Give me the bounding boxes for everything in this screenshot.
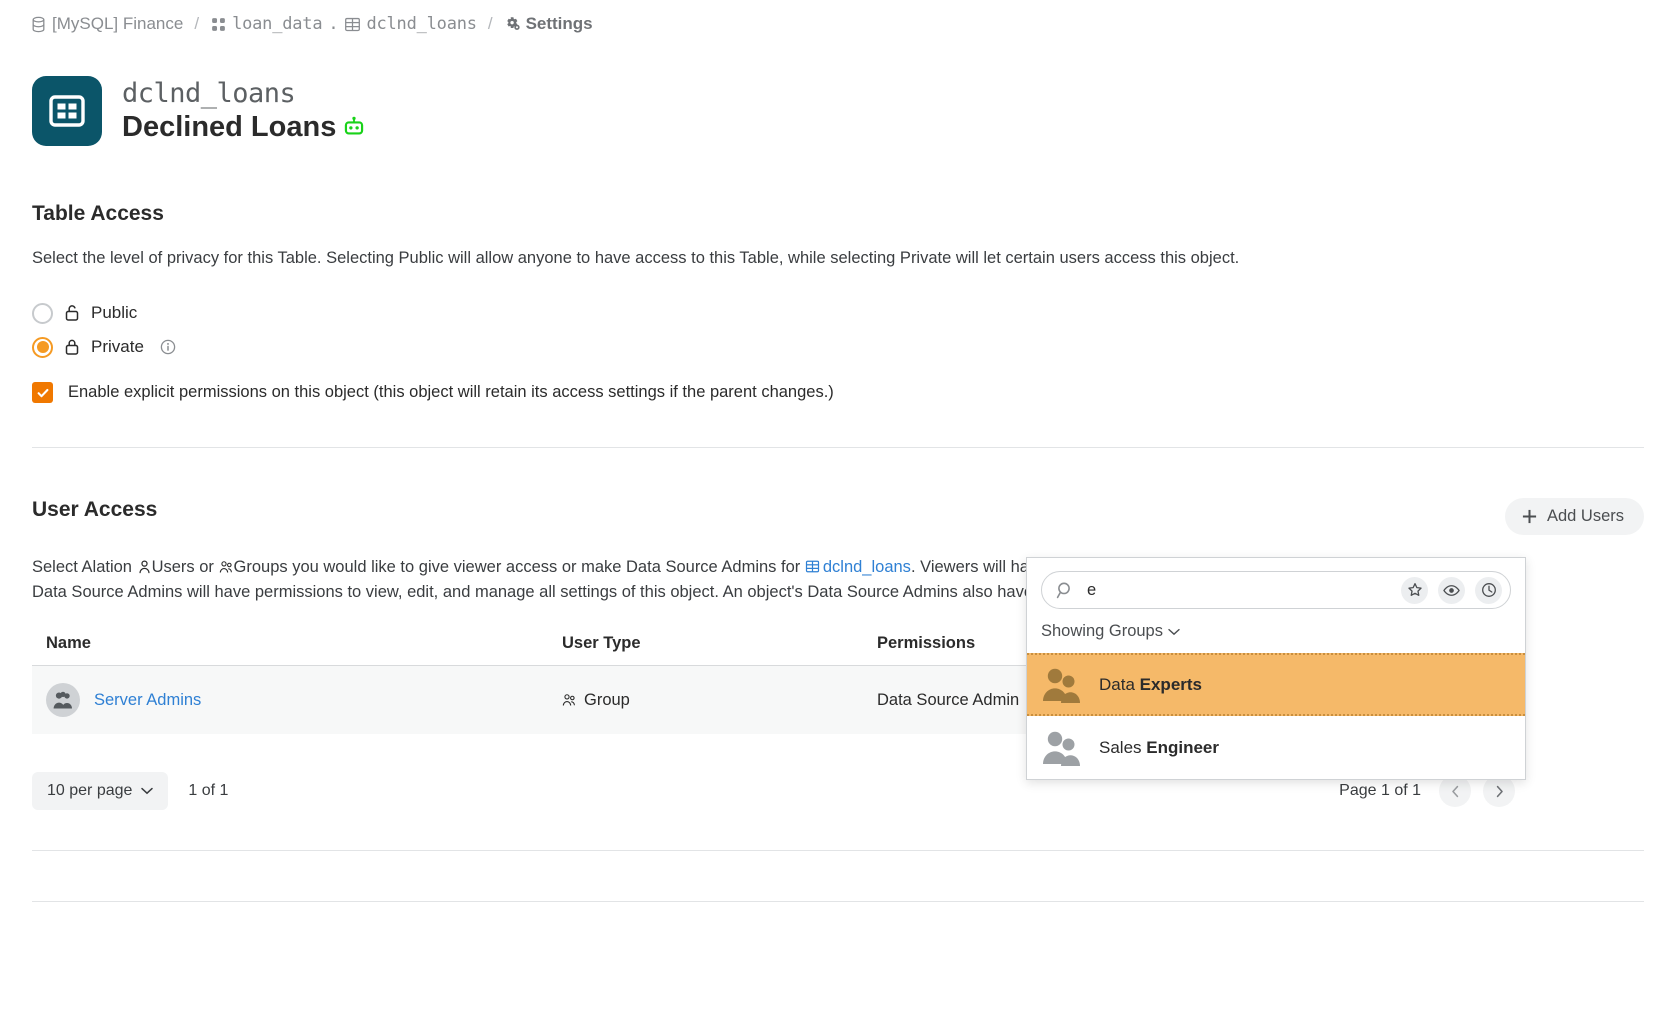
section-divider <box>32 447 1644 449</box>
favorites-filter-button[interactable] <box>1401 576 1428 604</box>
page-title: Declined Loans <box>122 111 365 143</box>
desc-part-3: you would like to give viewer access or … <box>287 558 805 577</box>
showing-groups-label: Showing Groups <box>1041 622 1163 640</box>
user-access-heading: User Access <box>32 498 158 522</box>
privacy-radio-group: Public Private <box>32 296 1644 364</box>
chevron-down-icon <box>141 788 154 795</box>
table-badge-icon <box>32 76 102 146</box>
page-title-label: Declined Loans <box>122 110 337 143</box>
group-icon <box>1043 668 1080 703</box>
clock-icon <box>1481 583 1496 597</box>
cell-name: Server Admins <box>32 665 562 735</box>
breadcrumb: [MySQL] Finance / loan_data . dclnd_loan… <box>0 0 1676 34</box>
option-match: Experts <box>1139 674 1203 694</box>
breadcrumb-dot: . <box>328 14 339 34</box>
radio-public-label: Public <box>91 303 138 323</box>
add-users-button[interactable]: Add Users <box>1504 498 1644 536</box>
dropdown-option-label: Data Experts <box>1099 675 1202 695</box>
breadcrumb-separator-1: / <box>194 14 200 33</box>
group-avatar-icon <box>53 692 72 709</box>
dropdown-option-data-experts[interactable]: Data Experts <box>1027 653 1525 716</box>
breadcrumb-separator-2: / <box>487 14 493 33</box>
breadcrumb-item-settings[interactable]: Settings <box>504 14 593 34</box>
page-header: dclnd_loans Declined Loans <box>0 34 1676 146</box>
explicit-permissions-label: Enable explicit permissions on this obje… <box>68 383 834 402</box>
search-input[interactable] <box>1085 579 1391 601</box>
radio-private[interactable] <box>32 336 53 358</box>
group-icon <box>219 561 232 573</box>
row-user-type: Group <box>584 690 630 709</box>
page-indicator: Page 1 of 1 <box>1339 782 1421 800</box>
info-icon[interactable] <box>160 339 176 355</box>
table-grid-icon <box>49 95 85 127</box>
explicit-permissions-row[interactable]: Enable explicit permissions on this obje… <box>32 382 1644 404</box>
table-icon <box>345 17 361 31</box>
breadcrumb-item-datasource[interactable]: [MySQL] Finance <box>30 14 183 34</box>
prev-page-button[interactable] <box>1439 775 1471 808</box>
eye-icon <box>1443 584 1460 596</box>
check-icon <box>37 388 48 398</box>
radio-public[interactable] <box>32 302 53 324</box>
chevron-right-icon <box>1496 785 1503 797</box>
search-icon <box>1056 582 1070 598</box>
watched-filter-button[interactable] <box>1438 576 1465 604</box>
desc-users-word: Users <box>151 558 195 577</box>
breadcrumb-item-schema[interactable]: loan_data <box>210 14 323 34</box>
desc-groups-word: Groups <box>233 558 288 577</box>
cell-user-type: Group <box>562 665 877 735</box>
user-icon <box>138 560 150 574</box>
avatar <box>46 683 80 718</box>
database-icon <box>32 16 45 32</box>
option-prefix: Data <box>1099 674 1140 694</box>
group-icon <box>1043 731 1080 766</box>
bottom-divider-2 <box>32 901 1644 903</box>
dropdown-option-sales-engineer[interactable]: Sales Engineer <box>1027 716 1525 779</box>
option-prefix: Sales <box>1099 737 1147 757</box>
page-object-id: dclnd_loans <box>122 77 296 109</box>
star-icon <box>1407 583 1422 596</box>
breadcrumb-item-table[interactable]: dclnd_loans <box>344 14 477 34</box>
column-header-name: Name <box>32 634 562 667</box>
lock-icon <box>65 340 79 356</box>
user-search-dropdown: Showing Groups Data Experts Sales Engine… <box>1026 557 1526 780</box>
table-icon-inline <box>805 561 819 573</box>
recent-filter-button[interactable] <box>1475 576 1502 604</box>
dropdown-search-row <box>1041 571 1511 609</box>
page-range: 1 of 1 <box>188 782 229 800</box>
breadcrumb-table-label: dclnd_loans <box>366 14 477 34</box>
add-users-label: Add Users <box>1546 507 1624 526</box>
table-access-heading: Table Access <box>32 202 164 225</box>
gear-icon <box>506 16 520 30</box>
row-name-link[interactable]: Server Admins <box>94 691 201 710</box>
per-page-label: 10 per page <box>47 782 133 800</box>
desc-part-1: Select Alation <box>32 558 137 577</box>
schema-icon <box>212 17 225 31</box>
explicit-permissions-checkbox[interactable] <box>32 382 53 404</box>
per-page-select[interactable]: 10 per page <box>32 772 169 811</box>
table-access-description: Select the level of privacy for this Tab… <box>32 249 1240 267</box>
chevron-down-icon <box>1168 628 1180 635</box>
desc-part-2: or <box>194 558 219 577</box>
showing-groups-toggle[interactable]: Showing Groups <box>1027 609 1525 653</box>
unlock-icon <box>65 305 79 322</box>
next-page-button[interactable] <box>1483 775 1515 808</box>
object-link[interactable]: dclnd_loans <box>823 558 911 576</box>
group-icon <box>562 694 575 706</box>
breadcrumb-settings-label: Settings <box>525 14 593 33</box>
radio-option-public[interactable]: Public <box>32 296 1644 330</box>
option-match: Engineer <box>1146 737 1219 757</box>
robot-icon <box>345 116 364 135</box>
table-access-section: Table Access Select the level of privacy… <box>0 202 1676 404</box>
breadcrumb-schema-label: loan_data <box>232 14 323 34</box>
column-header-user-type: User Type <box>562 634 877 667</box>
chevron-left-icon <box>1451 785 1458 797</box>
radio-option-private[interactable]: Private <box>32 330 1644 364</box>
dropdown-option-label: Sales Engineer <box>1099 738 1219 758</box>
radio-private-label: Private <box>91 337 144 357</box>
bottom-divider-1 <box>32 850 1644 852</box>
plus-icon <box>1522 510 1537 524</box>
breadcrumb-datasource-label: [MySQL] Finance <box>52 14 184 33</box>
